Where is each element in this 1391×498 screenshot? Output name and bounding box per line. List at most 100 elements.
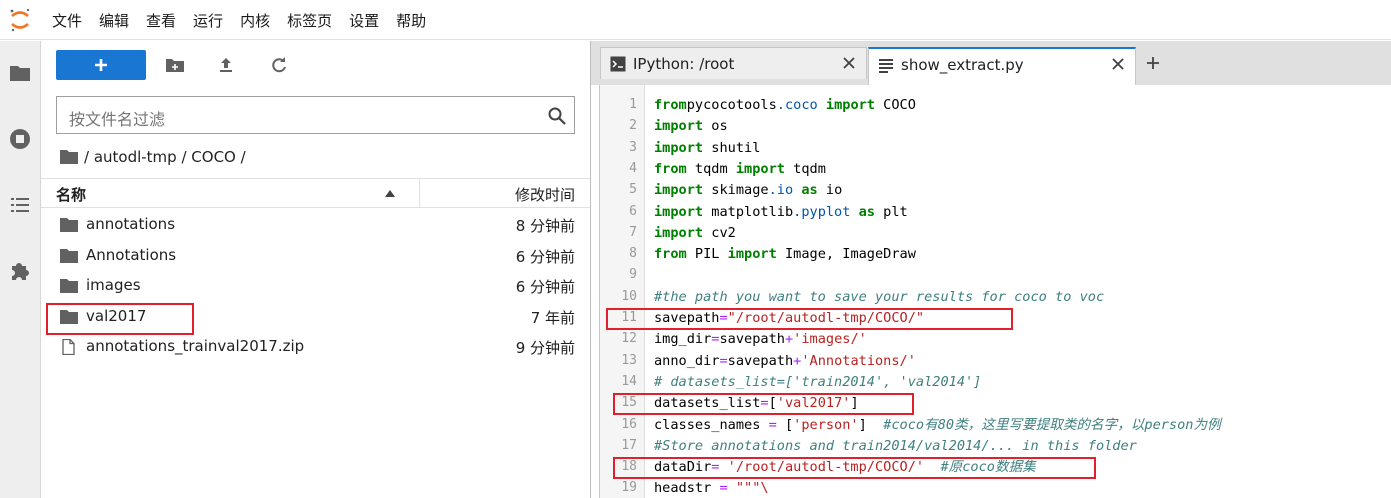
- line-number: 10: [621, 288, 637, 304]
- add-tab-button[interactable]: [1139, 47, 1167, 79]
- annotation-highlight-box: [46, 303, 194, 335]
- tab-ipython[interactable]: IPython: /root: [600, 47, 867, 79]
- code-token: Image, ImageDraw: [776, 246, 916, 263]
- menu-settings[interactable]: 设置: [349, 10, 379, 31]
- code-token: import: [654, 118, 704, 135]
- code-line[interactable]: headstr = """\: [654, 478, 769, 498]
- code-editor[interactable]: 1 2 3 4 5 6 7 8 9 10 11 12 13 14 15 16 17 18 19 frompycoco…: [599, 85, 1391, 498]
- tab-show-extract[interactable]: show_extract.py: [868, 47, 1136, 85]
- line-number: 9: [629, 267, 637, 283]
- code-token: as: [850, 203, 875, 220]
- code-line[interactable]: anno_dir=savepath+'Annotations/': [654, 351, 916, 372]
- code-token: savepath: [727, 352, 794, 369]
- folder-icon[interactable]: [60, 149, 78, 165]
- code-token: tqdm: [784, 160, 826, 177]
- code-token: from: [654, 160, 687, 177]
- code-token: as: [793, 182, 818, 199]
- code-token: +: [784, 331, 794, 348]
- code-line[interactable]: import shutil: [654, 138, 760, 159]
- jupyter-logo-icon[interactable]: [9, 8, 31, 32]
- code-line[interactable]: # datasets_list=['train2014', 'val2014']: [654, 372, 981, 393]
- new-folder-icon[interactable]: [165, 55, 185, 75]
- file-row-annotations-trainval2017-zip[interactable]: annotations_trainval2017.zip 9 分钟前: [41, 332, 590, 362]
- code-line[interactable]: from tqdm import tqdm: [654, 159, 826, 180]
- column-divider[interactable]: [419, 179, 420, 207]
- code-token: =: [719, 352, 728, 369]
- menu-tabs[interactable]: 标签页: [287, 10, 332, 31]
- code-line[interactable]: import os: [654, 116, 728, 137]
- column-modified-header[interactable]: 修改时间: [515, 184, 575, 205]
- folder-icon: [60, 218, 78, 232]
- column-name-header[interactable]: 名称: [56, 184, 86, 205]
- plus-icon: [95, 59, 107, 71]
- file-name: annotations: [86, 215, 176, 233]
- code-line[interactable]: classes_names = ['person'] #coco有80类，这里写…: [654, 415, 1221, 436]
- close-tab-icon[interactable]: [842, 56, 856, 70]
- file-modified: 8 分钟前: [515, 217, 575, 235]
- line-number: 16: [621, 416, 637, 432]
- code-line[interactable]: frompycocotools.coco import COCO: [654, 95, 916, 116]
- file-name: Annotations: [86, 245, 177, 264]
- menu-file[interactable]: 文件: [52, 10, 82, 31]
- folder-icon[interactable]: [8, 61, 32, 85]
- code-token: import: [817, 97, 875, 113]
- code-token: from: [654, 246, 687, 263]
- folder-icon: [60, 279, 78, 293]
- terminal-icon: [610, 56, 626, 72]
- extension-puzzle-icon[interactable]: [8, 259, 32, 283]
- code-token: #the path you want to save your results …: [654, 288, 1105, 305]
- line-number: 6: [629, 203, 637, 219]
- code-line[interactable]: #Store annotations and train2014/val2014…: [654, 436, 1137, 457]
- line-number-gutter: 1 2 3 4 5 6 7 8 9 10 11 12 13 14 15 16 17 18 19: [600, 85, 645, 498]
- code-line[interactable]: #the path you want to save your results …: [654, 287, 1104, 308]
- code-token: headstr: [654, 480, 720, 497]
- file-name: images: [86, 276, 141, 294]
- line-number: 17: [621, 437, 637, 453]
- code-token: =: [719, 480, 728, 497]
- menu-run[interactable]: 运行: [193, 10, 223, 31]
- stop-circle-icon[interactable]: [8, 127, 32, 151]
- code-token: matplotlib: [703, 203, 794, 220]
- code-token: 'images/': [793, 331, 867, 348]
- code-line[interactable]: from PIL import Image, ImageDraw: [654, 244, 916, 265]
- upload-icon[interactable]: [216, 55, 236, 75]
- code-token: import: [654, 203, 704, 220]
- code-line[interactable]: import matplotlib.pyplot as plt: [654, 202, 908, 223]
- code-token: PIL: [686, 246, 728, 263]
- menu-kernel[interactable]: 内核: [240, 10, 270, 31]
- jupyterlab-window: { "menu": ["文件","编辑","查看","运行","内核","标签页…: [0, 0, 1391, 498]
- plus-icon: [1147, 57, 1159, 69]
- sort-ascending-icon[interactable]: [385, 190, 395, 197]
- close-tab-icon[interactable]: [1111, 57, 1125, 71]
- file-modified: 7 年前: [530, 308, 575, 327]
- code-token: .coco: [776, 97, 818, 113]
- code-token: 'person': [793, 416, 859, 433]
- file-filter-input[interactable]: 按文件名过滤: [56, 96, 575, 134]
- file-row-annotations[interactable]: Annotations 6 分钟前: [41, 241, 590, 271]
- code-line[interactable]: import skimage.io as io: [654, 180, 842, 201]
- file-list-header: 名称 修改时间: [41, 178, 590, 208]
- breadcrumb-path[interactable]: / autodl-tmp / COCO /: [84, 148, 246, 166]
- menu-edit[interactable]: 编辑: [99, 10, 129, 31]
- list-icon[interactable]: [8, 193, 32, 217]
- menu-help[interactable]: 帮助: [396, 10, 426, 31]
- line-number: 7: [629, 224, 637, 240]
- code-token: anno_dir: [654, 352, 720, 369]
- new-launcher-button[interactable]: [56, 50, 146, 80]
- code-token: import: [735, 160, 785, 177]
- code-token: .pyplot: [793, 203, 851, 220]
- breadcrumb: / autodl-tmp / COCO /: [60, 146, 246, 168]
- file-icon: [62, 339, 75, 355]
- menu-view[interactable]: 查看: [146, 10, 176, 31]
- code-token: from: [654, 97, 687, 113]
- annotation-highlight-box: [613, 393, 914, 415]
- refresh-icon[interactable]: [269, 55, 289, 75]
- line-number: 12: [621, 331, 637, 347]
- code-line[interactable]: img_dir=savepath+'images/': [654, 329, 867, 350]
- left-sidebar: [0, 41, 41, 498]
- menubar: 文件 编辑 查看 运行 内核 标签页 设置 帮助: [0, 0, 1391, 40]
- file-row-annotations[interactable]: annotations 8 分钟前: [41, 210, 590, 240]
- code-line[interactable]: import cv2: [654, 223, 736, 244]
- file-row-images[interactable]: images 6 分钟前: [41, 271, 590, 301]
